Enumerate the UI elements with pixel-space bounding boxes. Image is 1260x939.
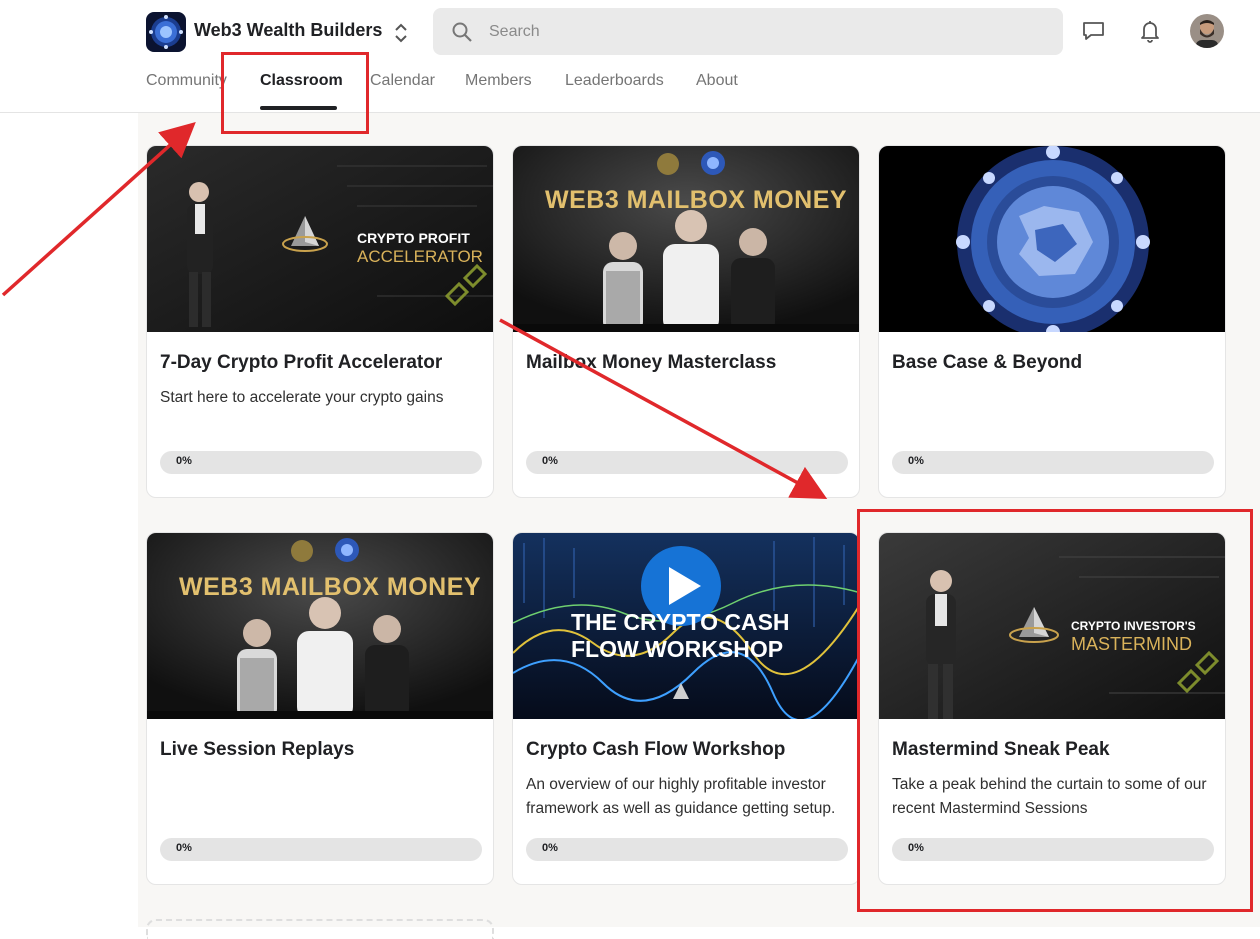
- course-thumbnail: WEB3 MAILBOX MONEY: [147, 533, 493, 719]
- progress-bar: 0%: [160, 838, 482, 861]
- course-thumbnail: CRYPTO PROFIT ACCELERATOR: [147, 146, 493, 332]
- highlight-box-mastermind: [857, 509, 1253, 912]
- user-avatar[interactable]: [1190, 14, 1224, 48]
- course-thumbnail: [879, 146, 1225, 332]
- search-icon: [451, 21, 473, 43]
- course-description: An overview of our highly profitable inv…: [526, 776, 836, 817]
- community-logo-icon[interactable]: [146, 12, 186, 52]
- progress-label: 0%: [542, 842, 558, 854]
- course-title: Mailbox Money Masterclass: [526, 352, 777, 373]
- course-card[interactable]: WEB3 MAILBOX MONEY Mailbox Money Masterc…: [512, 145, 860, 498]
- progress-label: 0%: [176, 842, 192, 854]
- course-card[interactable]: WEB3 MAILBOX MONEY Live Session Replays …: [146, 532, 494, 885]
- thumbnail-heading: WEB3 MAILBOX MONEY: [179, 573, 482, 601]
- course-card[interactable]: THE CRYPTO CASH FLOW WORKSHOP Crypto Cas…: [512, 532, 860, 885]
- course-card[interactable]: Base Case & Beyond 0%: [878, 145, 1226, 498]
- chevron-up-down-icon[interactable]: [390, 20, 412, 46]
- course-card[interactable]: CRYPTO PROFIT ACCELERATOR 7-Day Crypto P…: [146, 145, 494, 498]
- thumbnail-heading: CRYPTO PROFIT: [357, 230, 470, 246]
- thumbnail-subheading: FLOW WORKSHOP: [571, 636, 784, 662]
- tab-members[interactable]: Members: [465, 72, 532, 90]
- tab-community[interactable]: Community: [146, 72, 227, 90]
- tab-about[interactable]: About: [696, 72, 738, 90]
- bell-icon[interactable]: [1137, 18, 1163, 44]
- course-title: Live Session Replays: [160, 739, 355, 760]
- progress-bar: 0%: [160, 451, 482, 474]
- search-input[interactable]: [489, 8, 1049, 55]
- course-thumbnail: WEB3 MAILBOX MONEY: [513, 146, 859, 332]
- thumbnail-subheading: ACCELERATOR: [357, 247, 483, 266]
- top-header: Web3 Wealth Builders Community Classroom…: [0, 0, 1260, 113]
- course-title: 7-Day Crypto Profit Accelerator: [160, 352, 443, 373]
- community-name[interactable]: Web3 Wealth Builders: [194, 20, 382, 41]
- progress-label: 0%: [176, 455, 192, 467]
- progress-bar: 0%: [892, 451, 1214, 474]
- progress-bar: 0%: [526, 451, 848, 474]
- thumbnail-heading: WEB3 MAILBOX MONEY: [545, 186, 848, 214]
- search-bar[interactable]: [433, 8, 1063, 55]
- chat-icon[interactable]: [1081, 18, 1107, 44]
- course-card-placeholder: [146, 919, 494, 939]
- highlight-box-classroom: [221, 52, 369, 134]
- tab-calendar[interactable]: Calendar: [370, 72, 435, 90]
- course-thumbnail: THE CRYPTO CASH FLOW WORKSHOP: [513, 533, 859, 719]
- progress-label: 0%: [542, 455, 558, 467]
- thumbnail-heading: THE CRYPTO CASH: [571, 609, 790, 635]
- progress-bar: 0%: [526, 838, 848, 861]
- course-title: Crypto Cash Flow Workshop: [526, 739, 786, 760]
- tab-leaderboards[interactable]: Leaderboards: [565, 72, 664, 90]
- course-title: Base Case & Beyond: [892, 352, 1083, 373]
- course-description: Start here to accelerate your crypto gai…: [160, 389, 444, 406]
- progress-label: 0%: [908, 455, 924, 467]
